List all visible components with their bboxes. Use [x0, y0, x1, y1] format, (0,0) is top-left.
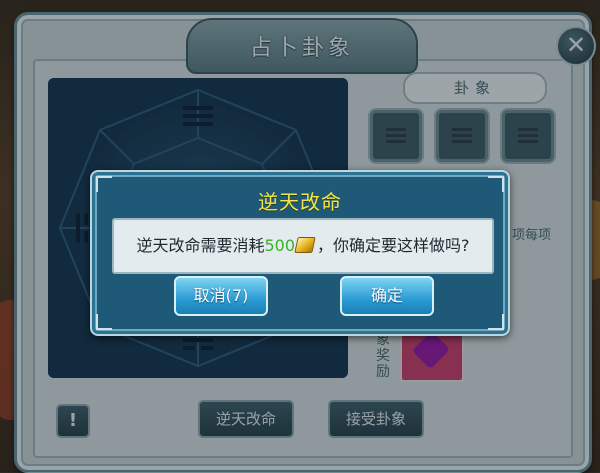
gold-ingot-icon	[294, 237, 316, 253]
cost-amount: 500	[264, 236, 296, 255]
dialog-title: 逆天改命	[258, 190, 342, 214]
dialog-corner-ornament	[96, 314, 112, 330]
dialog-message: 逆天改命需要消耗500 ，你确定要这样做吗?	[112, 218, 494, 274]
dialog-corner-ornament	[488, 314, 504, 330]
confirm-button[interactable]: 确定	[340, 276, 434, 316]
message-suffix: ，你确定要这样做吗?	[317, 236, 470, 255]
cancel-button[interactable]: 取消(7)	[174, 276, 268, 316]
message-prefix: 逆天改命需要消耗	[136, 236, 265, 255]
confirm-dialog: 逆天改命 逆天改命需要消耗500 ，你确定要这样做吗? 取消(7) 确定	[90, 170, 510, 336]
